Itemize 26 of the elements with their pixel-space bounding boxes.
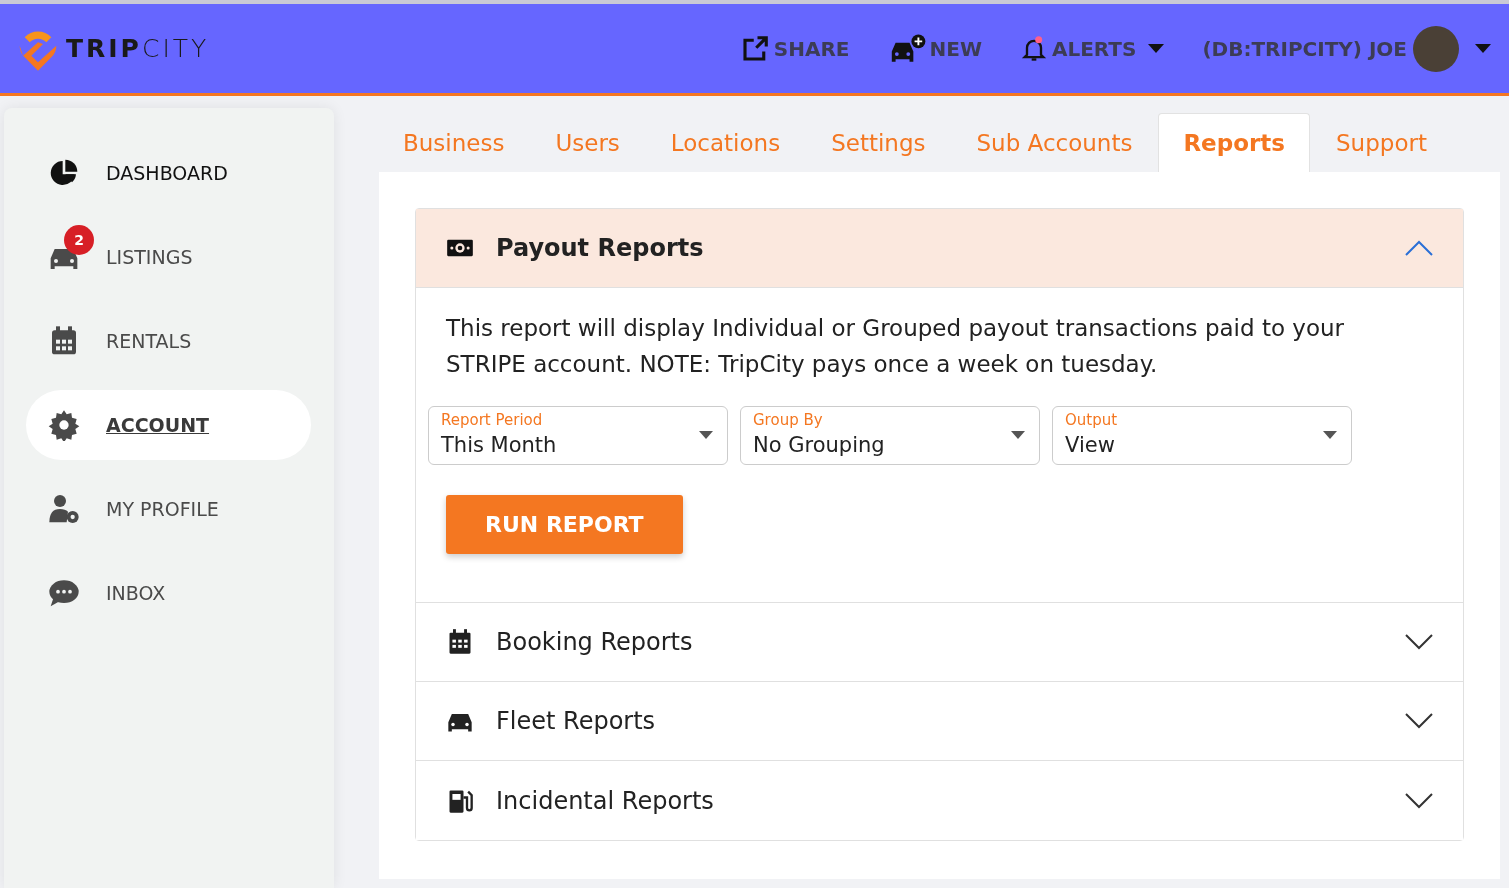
description-text: This report will display Individual or Grouped payout transactions paid to your STRIPE account. NOTE: TripCity pays once a week on tuesday. [446,314,1345,379]
caret-icon [1148,43,1165,54]
logo-text: TRIPCITY [66,32,210,65]
sidebar-item[interactable]: ACCOUNT [26,390,311,460]
select-field[interactable]: Group By No Grouping [740,406,1040,465]
select-field[interactable]: Output View [1052,406,1352,465]
user-gear-icon [48,493,80,525]
notification-badge: 2 [64,225,94,255]
sidebar-item[interactable]: MY PROFILE [26,474,311,544]
caret-icon [1323,431,1337,440]
caret-icon [1011,431,1025,440]
chat-bubble-icon [48,577,80,609]
avatar [1413,25,1459,72]
caret-icon [1475,43,1491,54]
chevron-down-icon [1405,713,1433,729]
sidebar-item[interactable]: 2 LISTINGS [26,222,311,292]
sidebar-item[interactable]: DASHBOARD [26,138,311,208]
caret-icon [699,431,713,440]
chevron-down-icon [1405,792,1433,809]
select-field[interactable]: Report Period This Month [428,406,728,465]
sidebar-item[interactable]: INBOX [26,558,311,628]
sidebar-item[interactable]: RENTALS [26,306,311,376]
chevron-down-icon [1405,634,1433,650]
accordion-header[interactable]: Payout Reports [416,209,1463,288]
chevron-up-icon [1405,240,1433,256]
gear-icon [48,409,80,441]
